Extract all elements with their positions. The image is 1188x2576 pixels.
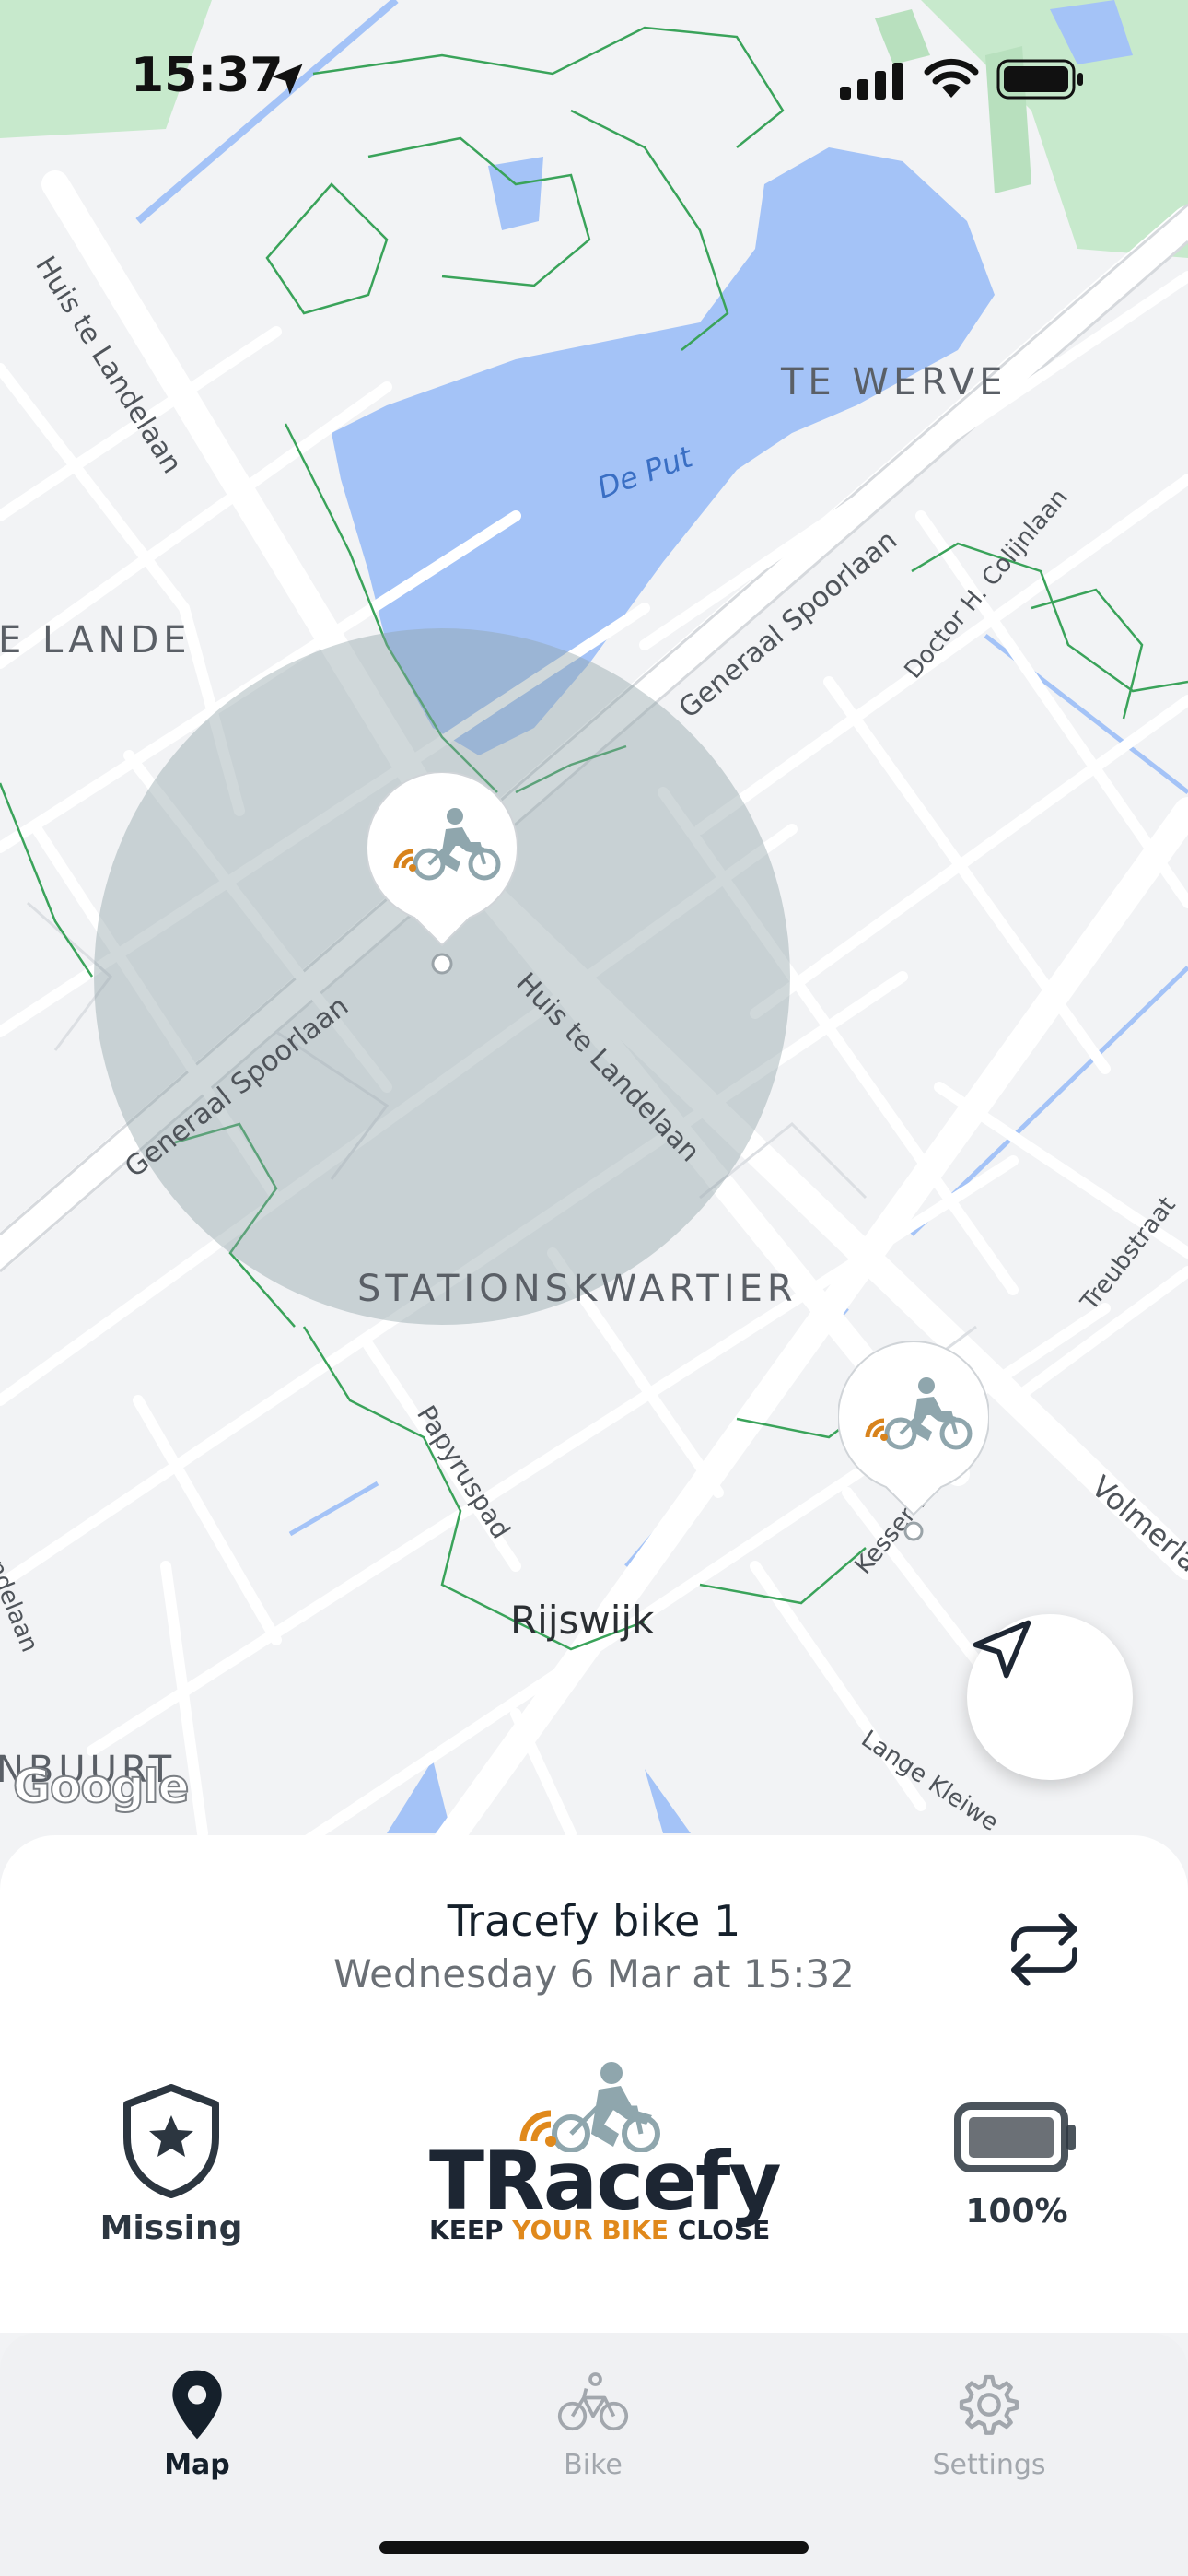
shield-star-icon — [123, 2084, 219, 2198]
locate-me-button[interactable] — [967, 1614, 1133, 1780]
google-attribution[interactable]: Google — [12, 1759, 191, 1814]
tab-map-label: Map — [164, 2449, 230, 2481]
status-bar: 15:37 — [0, 0, 1188, 157]
map-pin-icon — [172, 2370, 222, 2440]
district-label-stationskwartier: STATIONSKWARTIER — [357, 1268, 798, 1310]
tracefy-tagline: KEEP YOUR BIKE CLOSE — [429, 2215, 771, 2245]
cellular-signal-icon — [840, 63, 903, 100]
status-time: 15:37 — [131, 48, 284, 103]
home-indicator[interactable] — [379, 2541, 809, 2554]
missing-status-label: Missing — [99, 2209, 243, 2247]
tab-bike-label: Bike — [564, 2449, 623, 2481]
bike-icon — [557, 2372, 629, 2431]
tracefy-logo: TRacefy KEEP YOUR BIKE CLOSE — [424, 2060, 782, 2245]
wifi-icon — [924, 58, 979, 98]
tab-bike[interactable]: Bike — [492, 2368, 694, 2481]
switch-bike-button[interactable] — [1004, 1909, 1085, 1990]
missing-status[interactable]: Missing — [92, 2084, 250, 2247]
swap-arrows-icon — [1011, 1913, 1077, 1986]
district-label-lande: E LANDE — [0, 619, 192, 662]
bike-battery-icon — [954, 2102, 1076, 2172]
bike-battery-status: 100% — [938, 2102, 1096, 2231]
battery-status-icon — [996, 59, 1083, 100]
map-view[interactable]: TE WERVE E LANDE STATIONSKWARTIER NBUURT… — [0, 0, 1188, 1861]
tab-settings-label: Settings — [932, 2449, 1046, 2481]
navigation-arrow-icon — [973, 1620, 1031, 1679]
tab-map[interactable]: Map — [96, 2368, 298, 2481]
district-label-te-werve: TE WERVE — [781, 361, 1007, 404]
town-label-rijswijk: Rijswijk — [510, 1598, 655, 1643]
tab-settings[interactable]: Settings — [888, 2368, 1090, 2481]
battery-percent: 100% — [965, 2193, 1068, 2231]
gear-icon — [959, 2374, 1019, 2435]
location-arrow-icon — [272, 64, 303, 95]
map-canvas — [0, 0, 1188, 1861]
